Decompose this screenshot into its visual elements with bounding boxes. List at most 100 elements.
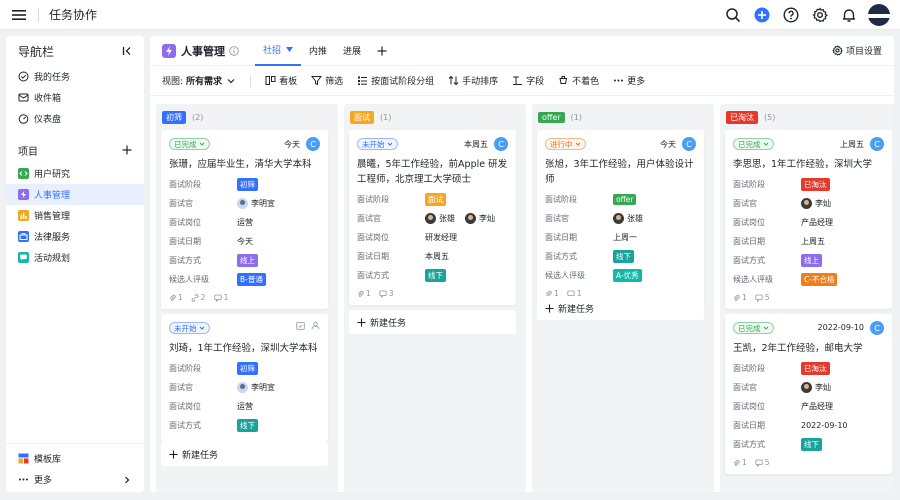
method-chip: 线上 — [801, 254, 822, 267]
tab-label: 内推 — [309, 47, 328, 57]
inbox-icon — [18, 92, 29, 103]
column-header: 已淘汰 (5) — [720, 104, 894, 130]
paperclip-icon — [357, 290, 364, 297]
sidebar-item-my-tasks[interactable]: 我的任务 — [6, 66, 144, 87]
fields-button[interactable]: 字段 — [512, 74, 544, 87]
rating-chip: C-不合格 — [801, 273, 838, 286]
field-label: 面试官 — [169, 383, 193, 392]
stage-chip: offer — [613, 194, 637, 205]
field-label: 面试方式 — [169, 256, 201, 265]
board-view-button[interactable]: 看板 — [265, 74, 297, 87]
sidebar-item-dashboard[interactable]: 仪表盘 — [6, 108, 144, 129]
sidebar-item-hr[interactable]: 人事管理 — [6, 184, 144, 205]
status-label: 进行中 — [550, 139, 573, 149]
meta-value: 2 — [200, 293, 206, 302]
project-group-header: 项目 — [6, 137, 144, 163]
bell-icon[interactable] — [839, 5, 859, 25]
bar-chart-icon — [18, 210, 29, 221]
chat-icon — [18, 252, 29, 263]
search-icon[interactable] — [723, 5, 743, 25]
date-value: 上周一 — [613, 233, 637, 242]
new-task-button[interactable]: 新建任务 — [537, 296, 704, 320]
more-button[interactable]: 更多 — [613, 74, 645, 87]
color-button[interactable]: 不着色 — [558, 74, 599, 87]
field-date: 面试日期 2022-09-10 — [733, 416, 884, 435]
sidebar: 导航栏 我的任务 收件箱 仪表盘 项目 用户研究 人事管理 销售管理 法律服务 … — [6, 36, 144, 492]
gear-icon[interactable] — [810, 5, 830, 25]
assignee-avatar[interactable]: C — [494, 137, 508, 151]
field-label: 面试日期 — [545, 233, 577, 242]
calendar-icon[interactable] — [296, 321, 305, 330]
meta-value: 5 — [764, 458, 770, 467]
sidebar-item-legal[interactable]: 法律服务 — [6, 226, 144, 247]
task-card[interactable]: 已完成 今天 C 张珊，应届毕业生，清华大学本科 面试阶段 初筛 面试官 李明宣 面… — [161, 130, 328, 309]
info-icon[interactable] — [229, 45, 239, 56]
assignee-avatar[interactable]: C — [870, 137, 884, 151]
chevron-down-icon — [387, 141, 393, 147]
assignee-avatar[interactable]: C — [306, 137, 320, 151]
status-badge[interactable]: 已完成 — [169, 138, 210, 150]
group-by-button[interactable]: 按面试阶段分组 — [357, 74, 434, 87]
help-icon[interactable] — [781, 5, 801, 25]
date-value: 2022-09-10 — [801, 421, 848, 430]
view-selector[interactable]: 视图: 所有需求 — [162, 74, 236, 87]
project-settings-button[interactable]: 项目设置 — [832, 44, 882, 57]
task-card[interactable]: 未开始 刘琦，1年工作经验，深圳大学本科 面试阶段 初筛 面试官 李明宣 面试岗位 运… — [161, 314, 328, 442]
field-label: 面试方式 — [733, 256, 765, 265]
add-icon[interactable] — [752, 5, 772, 25]
field-label: 面试阶段 — [733, 180, 765, 189]
new-task-button[interactable]: 新建任务 — [349, 310, 516, 334]
position-value: 产品经理 — [801, 402, 833, 411]
toolbar-label: 手动排序 — [462, 77, 499, 87]
add-project-icon[interactable] — [122, 145, 132, 155]
tab-referral[interactable]: 内推 — [301, 36, 335, 66]
field-label: 面试官 — [545, 214, 569, 223]
toolbar: 视图: 所有需求 看板 筛选 按面试阶段分组 手动排序 字段 不着色 更多 — [150, 66, 894, 96]
comment-count: 5 — [755, 458, 770, 467]
field-rating: 候选人评级 A-优秀 — [545, 266, 696, 285]
menu-icon[interactable] — [10, 6, 28, 24]
field-label: 面试阶段 — [545, 195, 577, 204]
status-badge[interactable]: 已完成 — [733, 322, 774, 334]
assignee-avatar[interactable]: C — [682, 137, 696, 151]
method-chip: 线下 — [801, 438, 822, 451]
tab-progress[interactable]: 进展 — [335, 36, 369, 66]
task-card[interactable]: 进行中 今天 C 张旭，3年工作经验，用户体验设计师 面试阶段 offer 面试官… — [537, 130, 704, 305]
status-badge[interactable]: 已完成 — [733, 138, 774, 150]
tab-social-recruit[interactable]: 社招 — [255, 36, 302, 66]
field-method: 面试方式 线上 — [169, 251, 320, 270]
sidebar-item-sales[interactable]: 销售管理 — [6, 205, 144, 226]
status-badge[interactable]: 未开始 — [357, 138, 398, 150]
chevron-down-icon — [199, 325, 205, 331]
sort-button[interactable]: 手动排序 — [448, 74, 498, 87]
plus-icon — [357, 317, 366, 327]
plus-icon — [377, 46, 387, 56]
field-label: 面试日期 — [169, 237, 201, 246]
field-position: 面试岗位 产品经理 — [733, 213, 884, 232]
person-name: 李灿 — [815, 199, 831, 208]
sidebar-item-user-research[interactable]: 用户研究 — [6, 163, 144, 184]
field-label: 面试阶段 — [357, 195, 389, 204]
attachment-count: 1 — [169, 293, 183, 302]
sidebar-item-templates[interactable]: 模板库 — [6, 448, 144, 469]
new-task-button[interactable]: 新建任务 — [161, 442, 328, 466]
task-card[interactable]: 已完成 上周五 C 李思思，1年工作经验，深圳大学 面试阶段 已淘汰 面试官 李灿 … — [725, 130, 892, 309]
sidebar-item-more[interactable]: 更多 — [6, 469, 144, 490]
task-card[interactable]: 已完成 2022-09-10 C 王凯，2年工作经验，邮电大学 面试阶段 已淘汰 … — [725, 314, 892, 474]
field-method: 面试方式 线上 — [733, 251, 884, 270]
status-badge[interactable]: 未开始 — [169, 322, 210, 334]
filter-button[interactable]: 筛选 — [311, 74, 343, 87]
field-position: 面试岗位 产品经理 — [733, 397, 884, 416]
task-card[interactable]: 未开始 本周五 C 晨曦，5年工作经验，前Apple 研发工程师，北京理工大学硕… — [349, 130, 516, 305]
assignee-avatar[interactable]: C — [870, 321, 884, 335]
person-icon[interactable] — [311, 321, 320, 330]
sidebar-item-inbox[interactable]: 收件箱 — [6, 87, 144, 108]
column-interview: 面试 (1) 未开始 本周五 C 晨曦，5年工作经验，前Apple 研发工程师，… — [344, 104, 526, 492]
field-label: 候选人评级 — [733, 275, 773, 284]
user-avatar[interactable] — [868, 4, 890, 26]
field-label: 面试官 — [357, 214, 381, 223]
add-tab-button[interactable] — [369, 36, 395, 66]
collapse-sidebar-icon[interactable] — [122, 46, 132, 56]
status-badge[interactable]: 进行中 — [545, 138, 586, 150]
sidebar-item-events[interactable]: 活动规划 — [6, 247, 144, 268]
